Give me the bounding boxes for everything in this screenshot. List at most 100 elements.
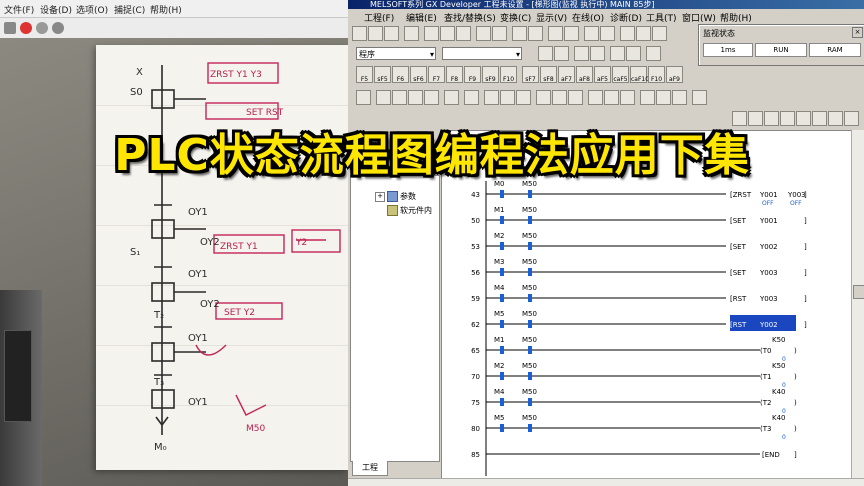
scrollbar-thumb[interactable] — [853, 285, 864, 299]
remote-stop-icon[interactable] — [500, 90, 515, 105]
monitor-status-panel[interactable]: 监视状态 × 1ms RUN RAM — [698, 24, 864, 66]
batch-monitor-icon[interactable] — [424, 90, 439, 105]
menu-options[interactable]: 选项(O) — [76, 3, 108, 16]
extra-tool-4-icon[interactable] — [780, 111, 795, 126]
vline-key[interactable]: sF9 — [482, 66, 499, 83]
device-memory-icon[interactable] — [376, 90, 391, 105]
menu-help[interactable]: 帮助(H) — [150, 3, 182, 16]
rising-pulse-key[interactable]: sF7 — [522, 66, 539, 83]
op-result-rise-key[interactable]: caF5 — [612, 66, 629, 83]
sample-trace-icon[interactable] — [464, 90, 479, 105]
record-icon[interactable] — [20, 22, 32, 34]
copy-icon[interactable] — [440, 26, 455, 41]
ladder-editor[interactable]: 43 M0 M50 [ZRST Y001 OFF Y003 OFF] 50 M1 M50 [SET Y0… — [441, 130, 853, 480]
sfc-icon[interactable] — [552, 90, 567, 105]
close-icon[interactable]: × — [852, 27, 863, 38]
zoom-icon[interactable] — [600, 26, 615, 41]
extra-tool-6-icon[interactable] — [812, 111, 827, 126]
rising-parallel-key[interactable]: aF7 — [558, 66, 575, 83]
write-mode-icon[interactable] — [590, 46, 605, 61]
statement-icon[interactable] — [636, 26, 651, 41]
tab-project[interactable]: 工程 — [352, 461, 388, 476]
menu-find-replace[interactable]: 查找/替换(S) — [444, 11, 496, 24]
extra-tool-1-icon[interactable] — [732, 111, 747, 126]
help-icon[interactable] — [692, 90, 707, 105]
falling-pulse-key[interactable]: sF8 — [540, 66, 557, 83]
entry-monitor-icon[interactable] — [444, 90, 459, 105]
menu-edit[interactable]: 编辑(E) — [406, 11, 437, 24]
ladder-edit-icon[interactable] — [646, 46, 661, 61]
paste-icon[interactable] — [456, 26, 471, 41]
line-draw-key[interactable]: F10 — [648, 66, 665, 83]
contact-nc-parallel-key[interactable]: sF6 — [410, 66, 427, 83]
monitor-mode-icon[interactable] — [610, 46, 625, 61]
undo-icon[interactable] — [476, 26, 491, 41]
device-combo[interactable] — [442, 47, 522, 61]
menu-help[interactable]: 帮助(H) — [720, 11, 752, 24]
extra-tool-8-icon[interactable] — [844, 111, 859, 126]
menu-diagnose[interactable]: 诊断(D) — [610, 11, 642, 24]
write-plc-icon[interactable] — [512, 26, 527, 41]
clear-memory-icon[interactable] — [516, 90, 531, 105]
param-icon[interactable] — [356, 90, 371, 105]
monitor-write-icon[interactable] — [626, 46, 641, 61]
plc-diagnose-icon[interactable] — [392, 90, 407, 105]
instruction-key[interactable]: F8 — [446, 66, 463, 83]
timer-icon[interactable] — [640, 90, 655, 105]
op-result-fall-key[interactable]: caF10 — [630, 66, 649, 83]
print-icon[interactable] — [404, 26, 419, 41]
cross-ref-icon[interactable] — [652, 26, 667, 41]
contact-parallel-key[interactable]: sF5 — [374, 66, 391, 83]
save-icon[interactable] — [384, 26, 399, 41]
menu-capture[interactable]: 捕捉(C) — [114, 3, 145, 16]
line-erase-key[interactable]: aF9 — [666, 66, 683, 83]
menu-window[interactable]: 窗口(W) — [682, 11, 716, 24]
open-folder-icon[interactable] — [368, 26, 383, 41]
monitor-start-icon[interactable] — [548, 26, 563, 41]
menu-view[interactable]: 显示(V) — [536, 11, 567, 24]
invert-key[interactable]: aF5 — [594, 66, 611, 83]
simulate-icon[interactable] — [536, 90, 551, 105]
remote-run-icon[interactable] — [484, 90, 499, 105]
extra-tool-2-icon[interactable] — [748, 111, 763, 126]
extra-tool-5-icon[interactable] — [796, 111, 811, 126]
contact-no-key[interactable]: F5 — [356, 66, 373, 83]
device-search-icon[interactable] — [584, 26, 599, 41]
comment-edit-icon[interactable] — [588, 90, 603, 105]
hline-key[interactable]: F9 — [464, 66, 481, 83]
tree-expand-icon[interactable]: + — [375, 192, 385, 202]
label-icon[interactable] — [568, 90, 583, 105]
monitor-stop-icon[interactable] — [564, 26, 579, 41]
list-view-icon[interactable] — [554, 46, 569, 61]
tree-item-parameter[interactable]: 参数 — [400, 191, 416, 202]
read-mode-icon[interactable] — [574, 46, 589, 61]
camera-icon[interactable] — [4, 22, 16, 34]
delete-line-key[interactable]: F10 — [500, 66, 517, 83]
menu-project[interactable]: 工程(F) — [364, 11, 394, 24]
new-file-icon[interactable] — [352, 26, 367, 41]
note-edit-icon[interactable] — [620, 90, 635, 105]
horizontal-scrollbar[interactable] — [348, 478, 864, 486]
extra-tool-7-icon[interactable] — [828, 111, 843, 126]
stop-icon[interactable] — [36, 22, 48, 34]
falling-parallel-key[interactable]: aF8 — [576, 66, 593, 83]
cut-icon[interactable] — [424, 26, 439, 41]
online-write-icon[interactable] — [408, 90, 423, 105]
play-icon[interactable] — [52, 22, 64, 34]
statement-edit-icon[interactable] — [604, 90, 619, 105]
ladder-view-icon[interactable] — [538, 46, 553, 61]
menu-convert[interactable]: 变换(C) — [500, 11, 531, 24]
counter-icon[interactable] — [656, 90, 671, 105]
tree-item-device-memory[interactable]: 软元件内 — [400, 205, 432, 216]
coil-key[interactable]: F7 — [428, 66, 445, 83]
menu-device[interactable]: 设备(D) — [40, 3, 72, 16]
data-register-icon[interactable] — [672, 90, 687, 105]
extra-tool-3-icon[interactable] — [764, 111, 779, 126]
comment-icon[interactable] — [620, 26, 635, 41]
read-plc-icon[interactable] — [528, 26, 543, 41]
menu-tools[interactable]: 工具(T) — [646, 11, 677, 24]
vertical-scrollbar[interactable] — [851, 130, 864, 478]
program-combo[interactable]: 程序 — [356, 47, 436, 61]
menu-online[interactable]: 在线(O) — [572, 11, 604, 24]
contact-nc-key[interactable]: F6 — [392, 66, 409, 83]
